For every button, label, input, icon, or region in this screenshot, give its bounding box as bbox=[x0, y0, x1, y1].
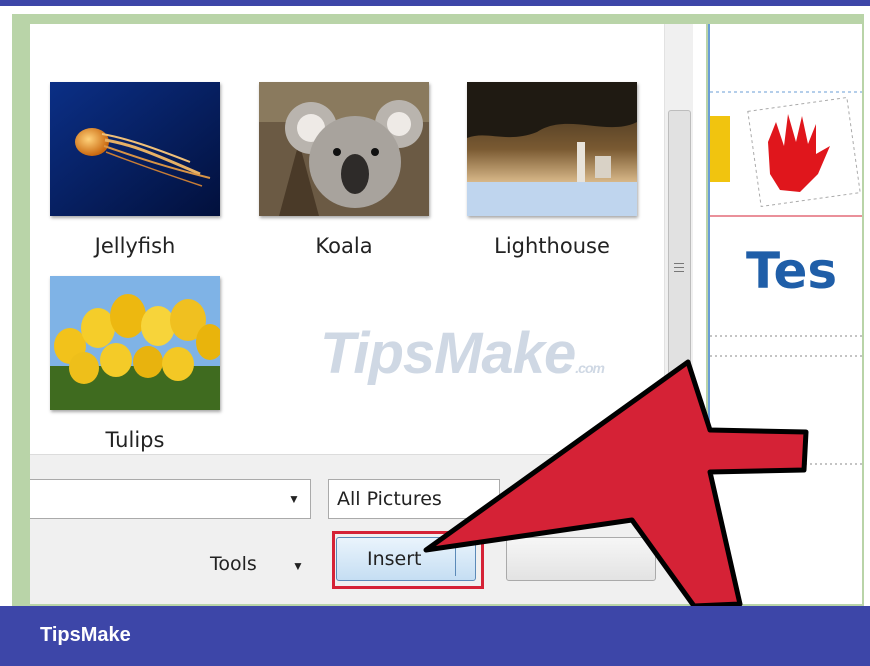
brand-name: TipsMake bbox=[40, 624, 131, 646]
pointer-arrow-icon bbox=[423, 359, 809, 609]
brand-banner: TipsMake bbox=[0, 606, 870, 666]
